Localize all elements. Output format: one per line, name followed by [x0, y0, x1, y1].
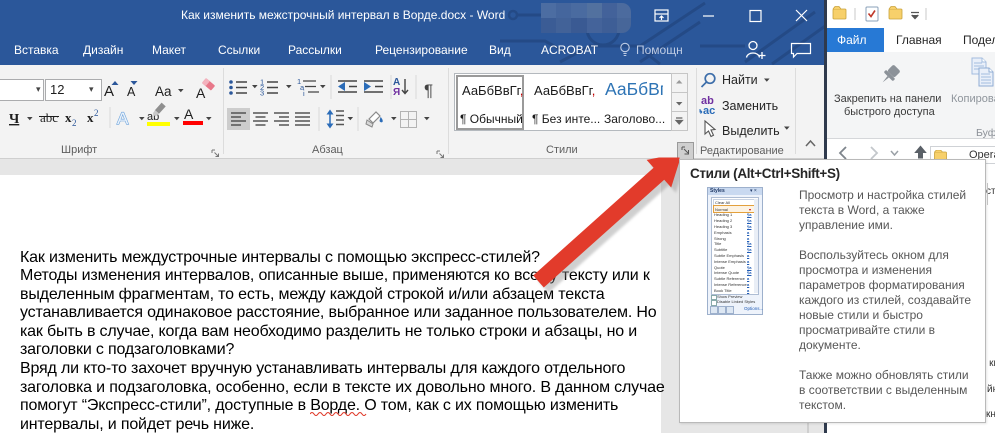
svg-text:3: 3	[260, 89, 264, 98]
svg-text:i: i	[303, 89, 305, 98]
svg-text:Ч: Ч	[9, 112, 20, 127]
svg-text:A: A	[104, 83, 114, 100]
svg-text:A: A	[127, 85, 136, 99]
svg-text:А: А	[184, 106, 194, 122]
svg-text:2: 2	[72, 118, 77, 128]
svg-text:abc: abc	[40, 110, 58, 125]
svg-text:¶: ¶	[424, 81, 433, 100]
svg-text:Я: Я	[393, 87, 400, 98]
svg-text:A: A	[196, 85, 206, 101]
svg-text:A: A	[117, 109, 129, 128]
svg-text:2: 2	[94, 108, 99, 118]
svg-text:Aa: Aa	[155, 84, 172, 99]
svg-text:ac: ac	[703, 105, 715, 117]
svg-text:x: x	[87, 110, 94, 125]
svg-text:x: x	[65, 110, 72, 125]
